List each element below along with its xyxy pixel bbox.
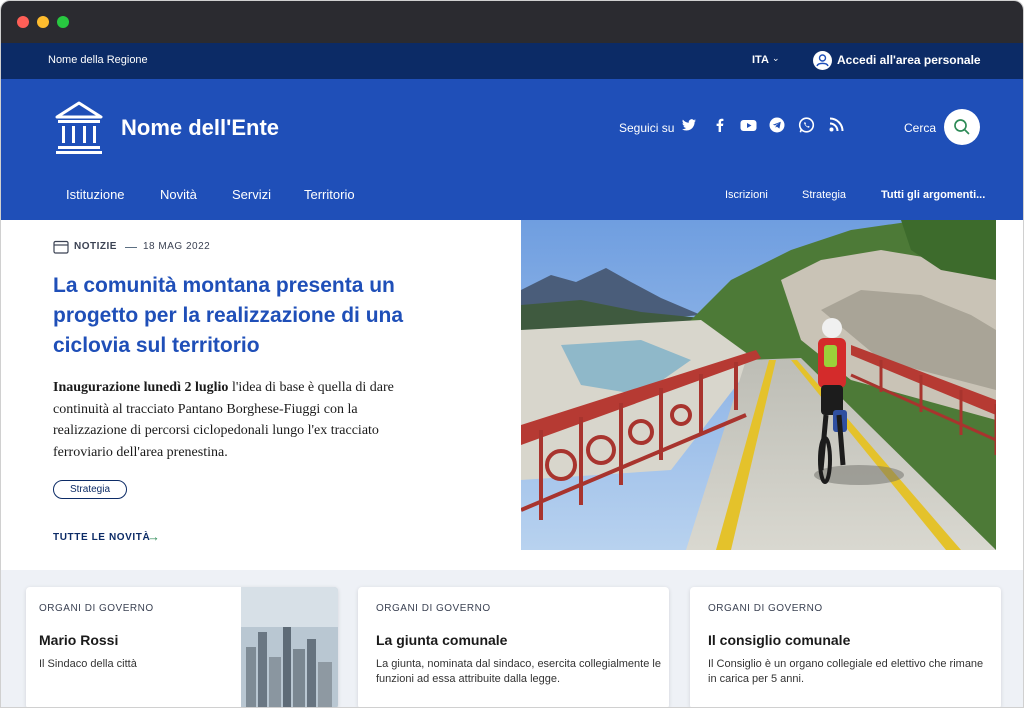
institution-logo-icon[interactable]: [53, 100, 105, 154]
news-lead-bold: Inaugurazione lunedì 2 luglio: [53, 380, 229, 395]
card-mario-rossi[interactable]: ORGANI DI GOVERNO Mario Rossi Il Sindaco…: [26, 587, 338, 707]
nav-item-tutti-argomenti[interactable]: Tutti gli argomenti...: [881, 189, 985, 201]
card-category[interactable]: ORGANI DI GOVERNO: [708, 603, 823, 614]
card-title[interactable]: La giunta comunale: [376, 632, 507, 648]
user-icon[interactable]: [813, 51, 832, 70]
search-label[interactable]: Cerca: [904, 121, 936, 135]
nav-item-iscrizioni[interactable]: Iscrizioni: [725, 189, 768, 201]
follow-label: Seguici su: [619, 121, 675, 135]
whatsapp-icon[interactable]: [798, 117, 816, 135]
telegram-icon[interactable]: [769, 117, 787, 135]
card-text: Il Sindaco della città: [39, 658, 137, 670]
rss-icon[interactable]: [829, 117, 847, 135]
all-news-link[interactable]: TUTTE LE NOVITÀ: [53, 532, 150, 543]
facebook-icon[interactable]: [712, 117, 730, 135]
center-header: Nome dell'Ente Seguici su Cerca Istituzi…: [1, 79, 1023, 220]
institution-name[interactable]: Nome dell'Ente: [121, 115, 279, 141]
hero-news: NOTIZIE 18 MAG 2022 La comunità montana …: [1, 220, 1023, 570]
card-title[interactable]: Mario Rossi: [39, 632, 118, 648]
login-link[interactable]: Accedi all'area personale: [837, 53, 981, 67]
nav-item-novita[interactable]: Novità: [160, 187, 197, 202]
nav-item-territorio[interactable]: Territorio: [304, 187, 355, 202]
maximize-window-button[interactable]: [57, 16, 69, 28]
calendar-icon: [53, 240, 69, 254]
card-consiglio-comunale[interactable]: ORGANI DI GOVERNO Il consiglio comunale …: [690, 587, 1001, 707]
card-category[interactable]: ORGANI DI GOVERNO: [39, 603, 154, 614]
card-giunta-comunale[interactable]: ORGANI DI GOVERNO La giunta comunale La …: [358, 587, 669, 707]
close-window-button[interactable]: [17, 16, 29, 28]
nav-item-strategia[interactable]: Strategia: [802, 189, 846, 201]
topic-chip-strategia[interactable]: Strategia: [53, 480, 127, 499]
twitter-icon[interactable]: [681, 117, 699, 135]
search-icon: [954, 119, 970, 135]
window-titlebar: [1, 1, 1023, 43]
news-lead: Inaugurazione lunedì 2 luglio l'idea di …: [53, 377, 403, 463]
nav-item-servizi[interactable]: Servizi: [232, 187, 271, 202]
region-link[interactable]: Nome della Regione: [48, 54, 148, 66]
minimize-window-button[interactable]: [37, 16, 49, 28]
card-photo-city: [241, 587, 338, 707]
youtube-icon[interactable]: [740, 117, 758, 135]
card-category[interactable]: ORGANI DI GOVERNO: [376, 603, 491, 614]
search-button[interactable]: [944, 109, 980, 145]
card-text: Il Consiglio è un organo collegiale ed e…: [708, 658, 984, 685]
chevron-down-icon[interactable]: ⌄: [772, 53, 780, 64]
card-text: La giunta, nominata dal sindaco, esercit…: [376, 658, 661, 685]
separator-dash: [125, 247, 137, 248]
arrow-right-icon[interactable]: →: [147, 529, 160, 544]
slim-header: Nome della Regione ITA ⌄ Accedi all'area…: [1, 43, 1023, 79]
card-title[interactable]: Il consiglio comunale: [708, 632, 850, 648]
news-headline[interactable]: La comunità montana presenta un progetto…: [53, 271, 423, 361]
news-category[interactable]: NOTIZIE: [74, 241, 117, 252]
nav-item-istituzione[interactable]: Istituzione: [66, 187, 125, 202]
news-date: 18 MAG 2022: [143, 241, 211, 252]
language-selector[interactable]: ITA: [752, 54, 769, 66]
news-photo-cyclist[interactable]: [521, 220, 996, 550]
browser-window: Nome della Regione ITA ⌄ Accedi all'area…: [0, 0, 1024, 708]
